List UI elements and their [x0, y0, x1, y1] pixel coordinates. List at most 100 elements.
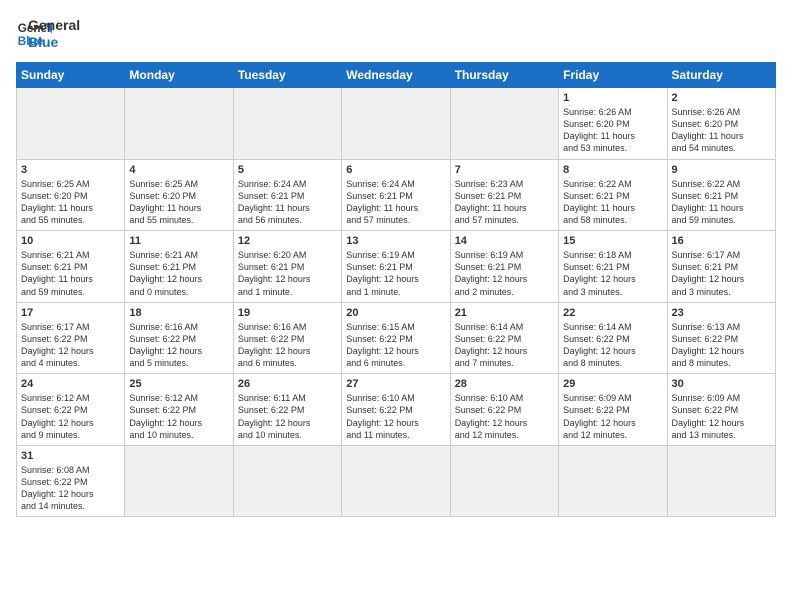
day-number: 27: [346, 378, 445, 390]
calendar-cell: 25 Sunrise: 6:12 AM Sunset: 6:22 PM Dayli…: [125, 374, 233, 446]
weekday-header-friday: Friday: [559, 63, 667, 88]
day-info: Sunrise: 6:26 AM Sunset: 6:20 PM Dayligh…: [563, 106, 662, 155]
day-info: Sunrise: 6:16 AM Sunset: 6:22 PM Dayligh…: [238, 321, 337, 370]
calendar-cell: [17, 88, 125, 160]
day-number: 22: [563, 307, 662, 319]
calendar-cell: 6Sunrise: 6:24 AM Sunset: 6:21 PM Daylig…: [342, 159, 450, 231]
day-info: Sunrise: 6:25 AM Sunset: 6:20 PM Dayligh…: [129, 178, 228, 227]
day-info: Sunrise: 6:21 AM Sunset: 6:21 PM Dayligh…: [21, 249, 120, 298]
calendar-cell: 17 Sunrise: 6:17 AM Sunset: 6:22 PM Dayli…: [17, 302, 125, 374]
day-info: Sunrise: 6:15 AM Sunset: 6:22 PM Dayligh…: [346, 321, 445, 370]
calendar-body: 1 Sunrise: 6:26 AM Sunset: 6:20 PM Daylig…: [17, 88, 776, 517]
day-number: 23: [672, 307, 771, 319]
day-info: Sunrise: 6:17 AM Sunset: 6:21 PM Dayligh…: [672, 249, 771, 298]
logo-blue-text: Blue: [28, 34, 80, 51]
weekday-header-monday: Monday: [125, 63, 233, 88]
day-info: Sunrise: 6:14 AM Sunset: 6:22 PM Dayligh…: [455, 321, 554, 370]
calendar-cell: 4 Sunrise: 6:25 AM Sunset: 6:20 PM Daylig…: [125, 159, 233, 231]
calendar-cell: 18 Sunrise: 6:16 AM Sunset: 6:22 PM Dayli…: [125, 302, 233, 374]
calendar-cell: 5Sunrise: 6:24 AM Sunset: 6:21 PM Daylig…: [233, 159, 341, 231]
day-number: 9: [672, 164, 771, 176]
calendar-cell: 15 Sunrise: 6:18 AM Sunset: 6:21 PM Dayli…: [559, 231, 667, 303]
day-number: 24: [21, 378, 120, 390]
calendar-cell: 30 Sunrise: 6:09 AM Sunset: 6:22 PM Dayli…: [667, 374, 775, 446]
weekday-header-sunday: Sunday: [17, 63, 125, 88]
calendar-cell: [342, 88, 450, 160]
calendar-week-1: 3 Sunrise: 6:25 AM Sunset: 6:20 PM Daylig…: [17, 159, 776, 231]
day-info: Sunrise: 6:09 AM Sunset: 6:22 PM Dayligh…: [672, 392, 771, 441]
day-number: 4: [129, 164, 228, 176]
day-info: Sunrise: 6:24 AM Sunset: 6:21 PM Dayligh…: [346, 178, 445, 227]
calendar-cell: 8Sunrise: 6:22 AM Sunset: 6:21 PM Daylig…: [559, 159, 667, 231]
day-number: 21: [455, 307, 554, 319]
calendar-cell: 28 Sunrise: 6:10 AM Sunset: 6:22 PM Dayli…: [450, 374, 558, 446]
day-number: 25: [129, 378, 228, 390]
day-number: 1: [563, 92, 662, 104]
calendar-cell: 2Sunrise: 6:26 AM Sunset: 6:20 PM Daylig…: [667, 88, 775, 160]
calendar-cell: [125, 88, 233, 160]
calendar-cell: 29Sunrise: 6:09 AM Sunset: 6:22 PM Dayli…: [559, 374, 667, 446]
calendar-cell: 23Sunrise: 6:13 AM Sunset: 6:22 PM Dayli…: [667, 302, 775, 374]
day-number: 30: [672, 378, 771, 390]
day-info: Sunrise: 6:10 AM Sunset: 6:22 PM Dayligh…: [346, 392, 445, 441]
calendar-cell: 31Sunrise: 6:08 AM Sunset: 6:22 PM Dayli…: [17, 445, 125, 517]
calendar-cell: 12Sunrise: 6:20 AM Sunset: 6:21 PM Dayli…: [233, 231, 341, 303]
day-info: Sunrise: 6:17 AM Sunset: 6:22 PM Dayligh…: [21, 321, 120, 370]
day-info: Sunrise: 6:20 AM Sunset: 6:21 PM Dayligh…: [238, 249, 337, 298]
day-info: Sunrise: 6:09 AM Sunset: 6:22 PM Dayligh…: [563, 392, 662, 441]
calendar-cell: 22 Sunrise: 6:14 AM Sunset: 6:22 PM Dayli…: [559, 302, 667, 374]
weekday-header-saturday: Saturday: [667, 63, 775, 88]
calendar-cell: 11 Sunrise: 6:21 AM Sunset: 6:21 PM Dayli…: [125, 231, 233, 303]
calendar-cell: 20 Sunrise: 6:15 AM Sunset: 6:22 PM Dayli…: [342, 302, 450, 374]
day-number: 19: [238, 307, 337, 319]
day-number: 17: [21, 307, 120, 319]
logo-general-text: General: [28, 17, 80, 34]
calendar-cell: [125, 445, 233, 517]
day-info: Sunrise: 6:14 AM Sunset: 6:22 PM Dayligh…: [563, 321, 662, 370]
calendar-cell: [559, 445, 667, 517]
day-number: 28: [455, 378, 554, 390]
calendar-week-0: 1 Sunrise: 6:26 AM Sunset: 6:20 PM Daylig…: [17, 88, 776, 160]
calendar-cell: 24 Sunrise: 6:12 AM Sunset: 6:22 PM Dayli…: [17, 374, 125, 446]
calendar-cell: [450, 445, 558, 517]
day-number: 8: [563, 164, 662, 176]
day-number: 11: [129, 235, 228, 247]
day-number: 16: [672, 235, 771, 247]
calendar-cell: 19 Sunrise: 6:16 AM Sunset: 6:22 PM Dayli…: [233, 302, 341, 374]
calendar-cell: 7Sunrise: 6:23 AM Sunset: 6:21 PM Daylig…: [450, 159, 558, 231]
calendar-cell: 14Sunrise: 6:19 AM Sunset: 6:21 PM Dayli…: [450, 231, 558, 303]
day-info: Sunrise: 6:19 AM Sunset: 6:21 PM Dayligh…: [346, 249, 445, 298]
calendar-cell: 13Sunrise: 6:19 AM Sunset: 6:21 PM Dayli…: [342, 231, 450, 303]
calendar-week-5: 31Sunrise: 6:08 AM Sunset: 6:22 PM Dayli…: [17, 445, 776, 517]
day-number: 15: [563, 235, 662, 247]
day-info: Sunrise: 6:25 AM Sunset: 6:20 PM Dayligh…: [21, 178, 120, 227]
day-info: Sunrise: 6:22 AM Sunset: 6:21 PM Dayligh…: [672, 178, 771, 227]
day-info: Sunrise: 6:10 AM Sunset: 6:22 PM Dayligh…: [455, 392, 554, 441]
weekday-header-wednesday: Wednesday: [342, 63, 450, 88]
day-info: Sunrise: 6:11 AM Sunset: 6:22 PM Dayligh…: [238, 392, 337, 441]
day-info: Sunrise: 6:18 AM Sunset: 6:21 PM Dayligh…: [563, 249, 662, 298]
logo: General Blue General Blue: [16, 16, 80, 52]
day-info: Sunrise: 6:12 AM Sunset: 6:22 PM Dayligh…: [21, 392, 120, 441]
calendar-cell: 9 Sunrise: 6:22 AM Sunset: 6:21 PM Daylig…: [667, 159, 775, 231]
day-info: Sunrise: 6:16 AM Sunset: 6:22 PM Dayligh…: [129, 321, 228, 370]
day-info: Sunrise: 6:26 AM Sunset: 6:20 PM Dayligh…: [672, 106, 771, 155]
day-number: 3: [21, 164, 120, 176]
calendar-week-2: 10 Sunrise: 6:21 AM Sunset: 6:21 PM Dayli…: [17, 231, 776, 303]
day-number: 5: [238, 164, 337, 176]
calendar-week-4: 24 Sunrise: 6:12 AM Sunset: 6:22 PM Dayli…: [17, 374, 776, 446]
day-number: 10: [21, 235, 120, 247]
calendar-table: SundayMondayTuesdayWednesdayThursdayFrid…: [16, 62, 776, 517]
calendar-cell: [233, 88, 341, 160]
calendar-cell: 3 Sunrise: 6:25 AM Sunset: 6:20 PM Daylig…: [17, 159, 125, 231]
calendar-cell: [667, 445, 775, 517]
calendar-cell: 21 Sunrise: 6:14 AM Sunset: 6:22 PM Dayli…: [450, 302, 558, 374]
day-number: 18: [129, 307, 228, 319]
weekday-header-tuesday: Tuesday: [233, 63, 341, 88]
weekday-header-row: SundayMondayTuesdayWednesdayThursdayFrid…: [17, 63, 776, 88]
calendar-cell: 26Sunrise: 6:11 AM Sunset: 6:22 PM Dayli…: [233, 374, 341, 446]
day-info: Sunrise: 6:21 AM Sunset: 6:21 PM Dayligh…: [129, 249, 228, 298]
calendar-cell: 10 Sunrise: 6:21 AM Sunset: 6:21 PM Dayli…: [17, 231, 125, 303]
day-info: Sunrise: 6:12 AM Sunset: 6:22 PM Dayligh…: [129, 392, 228, 441]
day-number: 20: [346, 307, 445, 319]
